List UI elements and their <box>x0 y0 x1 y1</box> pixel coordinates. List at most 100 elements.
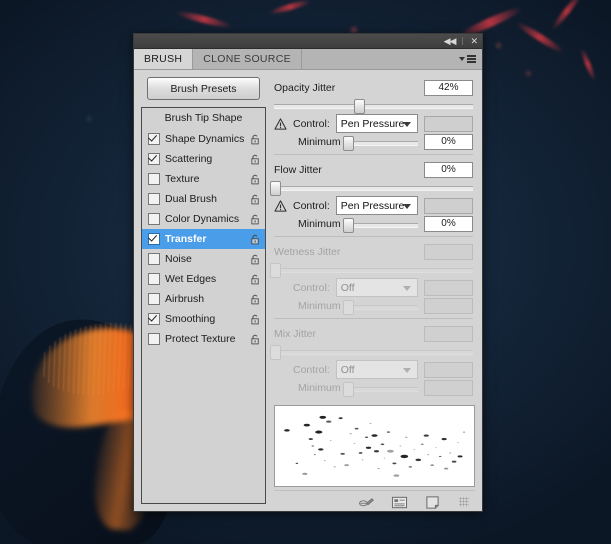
brush-option-dual-brush[interactable]: Dual Brush <box>142 189 265 209</box>
preview-dot <box>370 423 372 424</box>
wetness-minimum-slider[interactable] <box>347 299 418 312</box>
preview-dot <box>384 458 386 459</box>
jitter-groups: Opacity Jitter42%Control:Pen PressureMin… <box>274 77 475 400</box>
flow-jitter-slider[interactable] <box>274 180 473 194</box>
brush-option-transfer[interactable]: Transfer <box>142 229 265 249</box>
preview-dot <box>296 463 299 464</box>
checkbox[interactable] <box>148 293 160 305</box>
brush-option-label: Protect Texture <box>165 333 245 345</box>
preview-dot <box>302 473 307 475</box>
checkbox[interactable] <box>148 273 160 285</box>
opacity-jitter-value[interactable]: 42% <box>424 80 473 96</box>
wetness-jitter-group: Wetness JitterControl:OffMinimum <box>274 236 473 318</box>
brush-option-smoothing[interactable]: Smoothing <box>142 309 265 329</box>
checkbox[interactable] <box>148 173 160 185</box>
lock-icon[interactable] <box>250 274 261 285</box>
checkbox[interactable] <box>148 233 160 245</box>
opacity-control-label: Control: <box>293 118 330 130</box>
checkbox[interactable] <box>148 153 160 165</box>
checkbox[interactable] <box>148 253 160 265</box>
tab-clone-source[interactable]: CLONE SOURCE <box>193 49 302 69</box>
brush-option-label: Shape Dynamics <box>165 133 245 145</box>
checkbox[interactable] <box>148 313 160 325</box>
flow-minimum-slider[interactable] <box>347 217 418 230</box>
wetness-control-extra-value[interactable] <box>424 280 473 296</box>
lock-icon[interactable] <box>250 214 261 225</box>
brush-option-protect-texture[interactable]: Protect Texture <box>142 329 265 349</box>
mix-minimum-value[interactable] <box>424 380 473 396</box>
transfer-settings-column: Opacity Jitter42%Control:Pen PressureMin… <box>274 77 475 504</box>
lock-icon[interactable] <box>250 134 261 145</box>
brush-option-noise[interactable]: Noise <box>142 249 265 269</box>
preview-dot <box>387 431 390 432</box>
preview-dot <box>304 424 310 427</box>
checkbox[interactable] <box>148 133 160 145</box>
opacity-control-dropdown[interactable]: Pen Pressure <box>336 114 418 133</box>
new-preset-icon[interactable] <box>391 495 408 510</box>
lock-icon[interactable] <box>250 234 261 245</box>
mix-jitter-label: Mix Jitter <box>274 328 316 340</box>
mix-jitter-group: Mix JitterControl:OffMinimum <box>274 318 473 400</box>
wetness-jitter-slider[interactable] <box>274 262 473 276</box>
brush-option-wet-edges[interactable]: Wet Edges <box>142 269 265 289</box>
wetness-jitter-value[interactable] <box>424 244 473 260</box>
toggle-brush-dynamics-icon[interactable] <box>358 495 375 510</box>
flow-jitter-value[interactable]: 0% <box>424 162 473 178</box>
brush-option-texture[interactable]: Texture <box>142 169 265 189</box>
brush-option-scattering[interactable]: Scattering <box>142 149 265 169</box>
preview-dot <box>371 434 377 437</box>
preview-dot <box>435 447 437 448</box>
lock-icon[interactable] <box>250 194 261 205</box>
wetness-control-dropdown[interactable]: Off <box>336 278 418 297</box>
warning-icon <box>274 118 287 130</box>
lock-icon[interactable] <box>250 314 261 325</box>
checkbox[interactable] <box>148 333 160 345</box>
mix-minimum-label: Minimum <box>298 382 341 394</box>
preview-dot <box>394 474 400 476</box>
brush-tip-shape-item[interactable]: Brush Tip Shape <box>142 108 265 129</box>
mix-jitter-value[interactable] <box>424 326 473 342</box>
lock-icon[interactable] <box>250 334 261 345</box>
mix-control-extra-value[interactable] <box>424 362 473 378</box>
opacity-minimum-slider[interactable] <box>347 135 418 148</box>
preview-dot <box>405 437 407 438</box>
brush-presets-button[interactable]: Brush Presets <box>147 77 260 100</box>
close-icon[interactable]: ✕ <box>470 37 477 46</box>
lock-icon[interactable] <box>250 254 261 265</box>
flow-control-dropdown[interactable]: Pen Pressure <box>336 196 418 215</box>
checkbox[interactable] <box>148 213 160 225</box>
lock-icon[interactable] <box>250 174 261 185</box>
flow-control-value: Pen Pressure <box>341 200 405 212</box>
wetness-control-label: Control: <box>293 282 330 294</box>
flow-control-extra-value[interactable] <box>424 198 473 214</box>
chevron-down-icon <box>403 368 411 373</box>
preview-dot <box>463 432 465 433</box>
preview-dot <box>326 421 331 423</box>
brush-option-color-dynamics[interactable]: Color Dynamics <box>142 209 265 229</box>
preview-dot <box>452 461 457 463</box>
brush-option-label: Smoothing <box>165 313 245 325</box>
preview-dot <box>334 466 336 467</box>
opacity-jitter-slider[interactable] <box>274 98 473 112</box>
lock-icon[interactable] <box>250 294 261 305</box>
opacity-control-extra-value[interactable] <box>424 116 473 132</box>
preview-dot <box>444 468 448 470</box>
mix-minimum-slider[interactable] <box>347 381 418 394</box>
collapse-icon[interactable]: ◀◀ <box>444 37 456 46</box>
mix-jitter-slider[interactable] <box>274 344 473 358</box>
preview-dot <box>401 455 409 458</box>
brush-option-airbrush[interactable]: Airbrush <box>142 289 265 309</box>
wetness-minimum-value[interactable] <box>424 298 473 314</box>
opacity-minimum-label: Minimum <box>298 136 341 148</box>
opacity-minimum-value[interactable]: 0% <box>424 134 473 150</box>
checkbox[interactable] <box>148 193 160 205</box>
brush-option-shape-dynamics[interactable]: Shape Dynamics <box>142 129 265 149</box>
lock-icon[interactable] <box>250 154 261 165</box>
resize-grip[interactable] <box>459 497 469 507</box>
mix-control-dropdown[interactable]: Off <box>336 360 418 379</box>
preview-dot <box>415 459 421 461</box>
panel-menu-icon[interactable] <box>459 55 476 63</box>
new-brush-icon[interactable] <box>424 495 441 510</box>
flow-minimum-value[interactable]: 0% <box>424 216 473 232</box>
tab-brush[interactable]: BRUSH <box>134 49 193 69</box>
